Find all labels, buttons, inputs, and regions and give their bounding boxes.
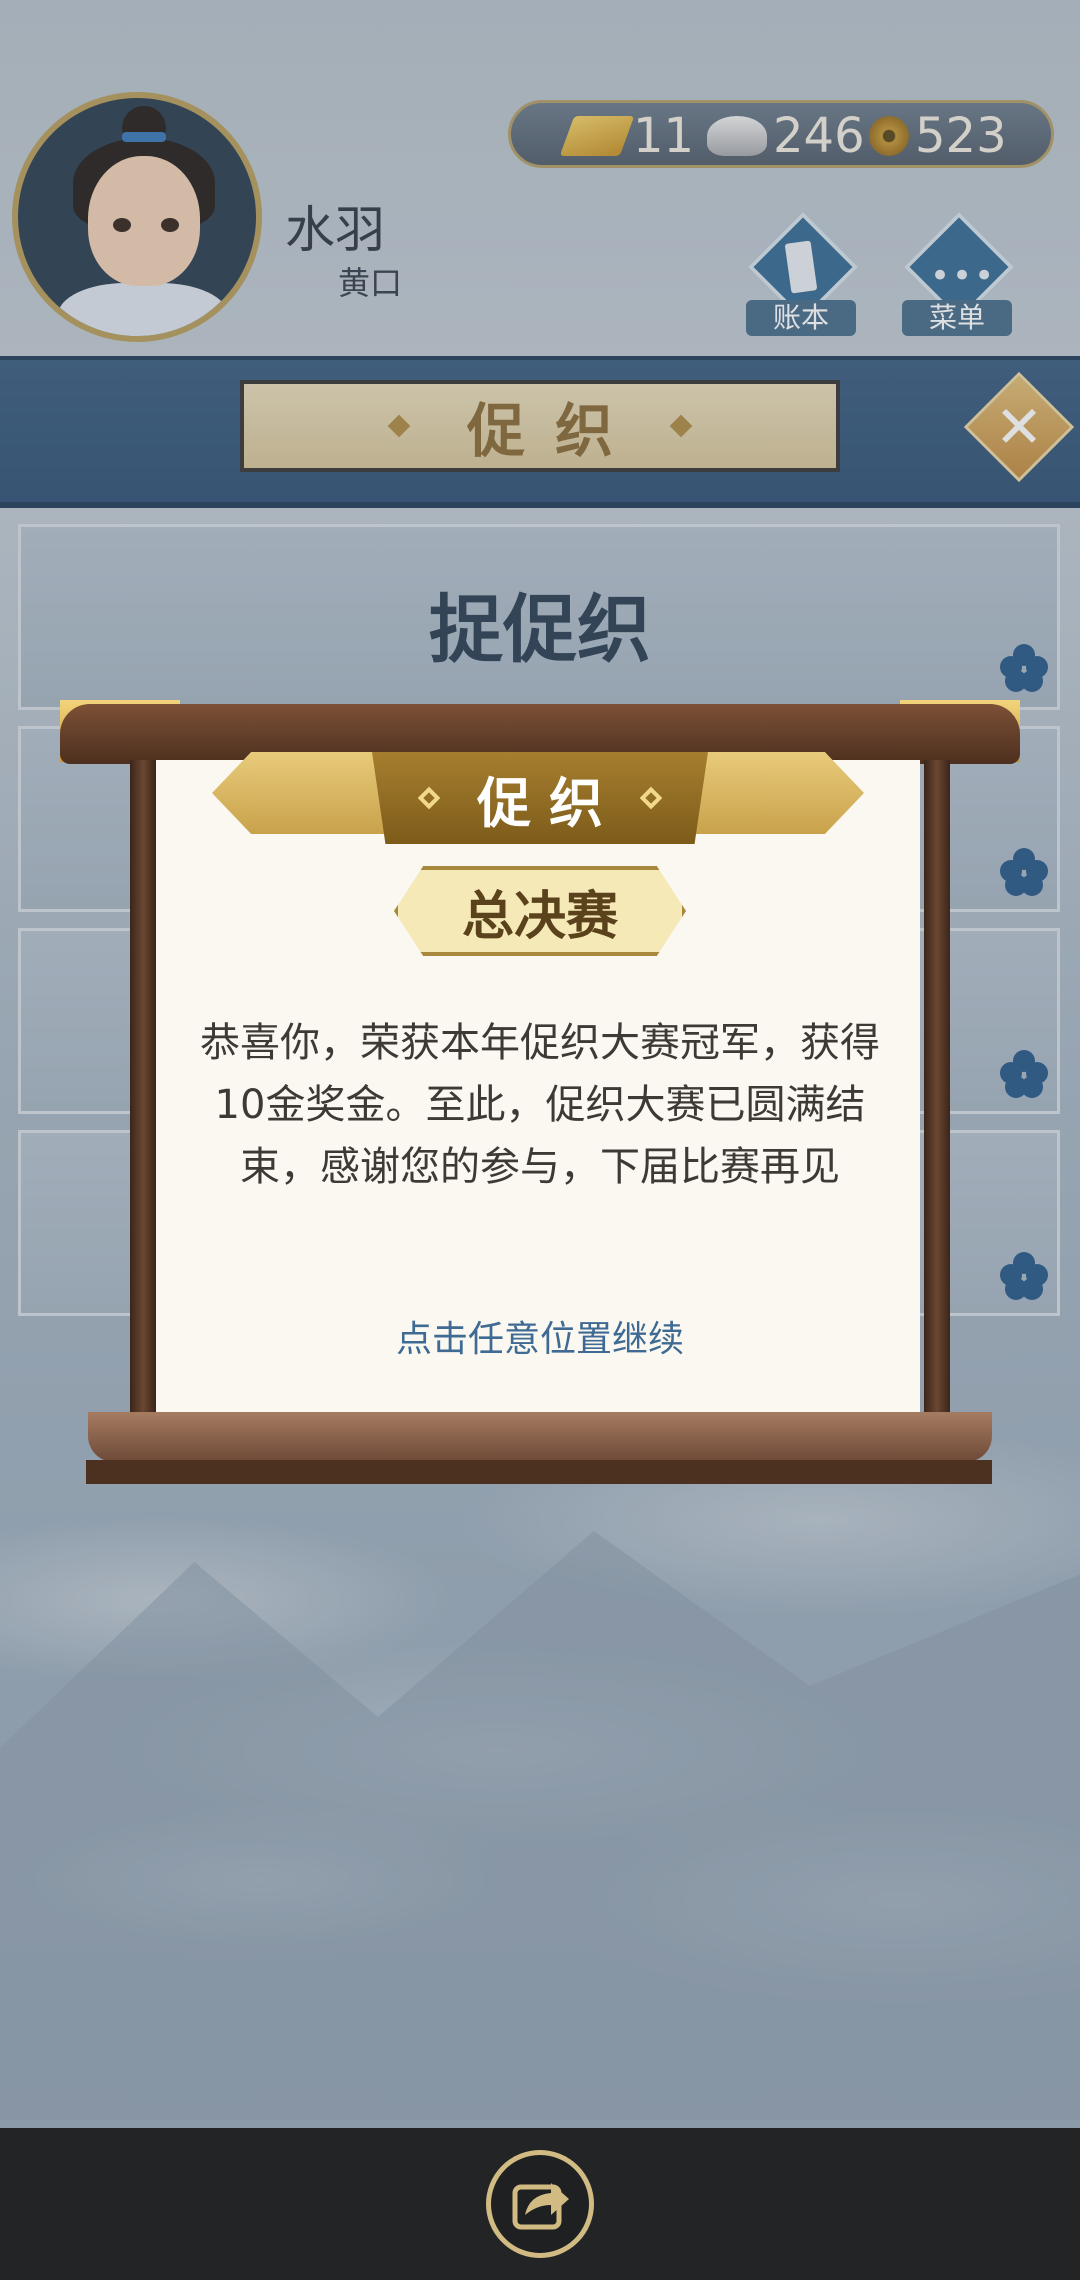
share-icon (512, 2183, 569, 2230)
scroll-base (86, 1460, 992, 1484)
share-button[interactable] (486, 2150, 594, 2258)
result-message: 恭喜你，荣获本年促织大赛冠军，获得10金奖金。至此，促织大赛已圆满结束，感谢您的… (200, 1020, 880, 1190)
stage-badge: 总决赛 (394, 866, 686, 956)
diamond-ornament-icon (639, 786, 663, 810)
continue-hint[interactable]: 点击任意位置继续 (0, 1310, 1080, 1362)
stage-label: 总决赛 (461, 886, 618, 947)
modal-title-plate: 促织 (372, 752, 708, 844)
modal-title: 促织 (477, 771, 621, 835)
diamond-ornament-icon (417, 786, 441, 810)
scroll-bottom-rod (88, 1412, 992, 1462)
